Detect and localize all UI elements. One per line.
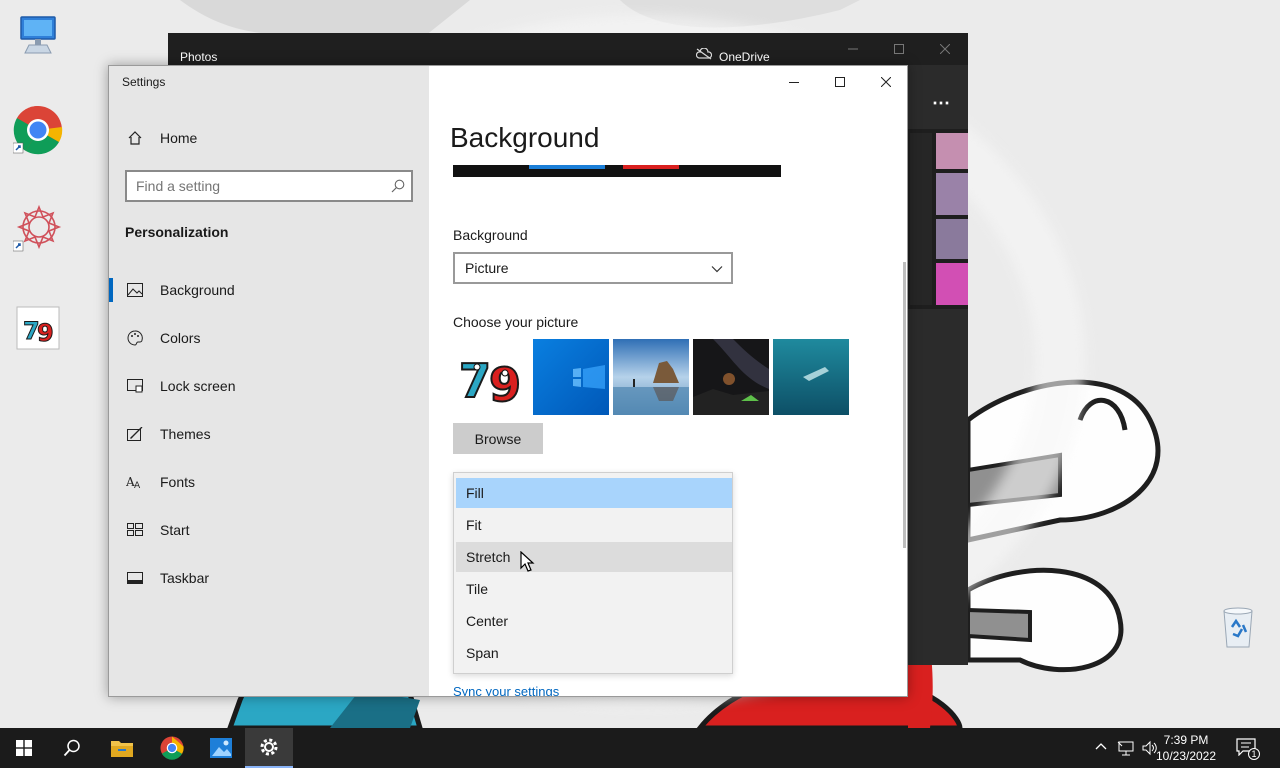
chevron-down-icon — [711, 262, 723, 274]
image-file-icon[interactable]: 7 9 — [12, 302, 64, 354]
home-label: Home — [160, 130, 198, 146]
sidebar-item-lock-screen[interactable]: Lock screen — [109, 364, 429, 408]
sidebar-item-background[interactable]: Background — [109, 268, 429, 312]
this-pc-icon[interactable] — [12, 8, 64, 60]
sidebar-item-themes[interactable]: Themes — [109, 412, 429, 456]
onedrive-off-icon[interactable] — [695, 47, 713, 60]
action-center-button[interactable]: 1 — [1236, 738, 1260, 760]
taskbar-icon — [125, 568, 145, 588]
close-button[interactable] — [863, 66, 907, 98]
sync-settings-link[interactable]: Sync your settings — [453, 684, 559, 696]
recycle-bin-icon[interactable] — [1214, 600, 1262, 652]
taskbar: 7:39 PM 10/23/2022 1 — [0, 728, 1280, 768]
scrollbar[interactable] — [903, 262, 906, 548]
photos-preview-strip — [908, 129, 968, 309]
svg-text:9: 9 — [37, 319, 54, 347]
sidebar-item-label: Fonts — [160, 474, 196, 490]
picture-thumbnail-5[interactable] — [773, 339, 849, 415]
settings-title: Settings — [122, 75, 166, 89]
settings-window[interactable]: Settings Home Personalization Background — [108, 65, 908, 697]
photos-minimize-button[interactable] — [830, 33, 876, 65]
taskbar-search-icon — [63, 739, 80, 757]
background-settings-pane: Background Background Picture Choose you… — [429, 66, 907, 696]
picture-thumbnail-2[interactable] — [533, 339, 609, 415]
photos-maximize-button[interactable] — [876, 33, 922, 65]
folder-icon — [111, 741, 133, 757]
background-type-value: Picture — [465, 260, 509, 276]
settings-sidebar: Settings Home Personalization Background — [109, 66, 429, 696]
app-shortcut-icon[interactable] — [12, 202, 64, 254]
sidebar-item-fonts[interactable]: AA Fonts — [109, 460, 429, 504]
clock-date: 10/23/2022 — [1155, 749, 1217, 763]
minimize-button[interactable] — [771, 66, 817, 98]
svg-text:A: A — [134, 481, 141, 489]
fit-option-tile[interactable]: Tile — [456, 574, 732, 604]
mouse-cursor-icon — [520, 550, 536, 573]
clock[interactable]: 7:39 PM 10/23/2022 — [1150, 732, 1222, 764]
fit-option-fill[interactable]: Fill — [456, 478, 732, 508]
picture-thumbnail-3[interactable] — [613, 339, 689, 415]
notification-count-badge: 1 — [1248, 748, 1260, 760]
photos-title: Photos — [180, 50, 218, 64]
sidebar-item-label: Background — [160, 282, 235, 298]
find-setting-search[interactable] — [125, 170, 413, 202]
themes-icon — [125, 424, 145, 444]
maximize-button[interactable] — [817, 66, 863, 98]
photos-app-icon — [210, 738, 232, 758]
clock-time: 7:39 PM — [1163, 733, 1209, 747]
gear-icon — [260, 738, 278, 756]
fit-option-stretch[interactable]: Stretch — [456, 542, 732, 572]
page-title: Background — [450, 122, 600, 153]
chevron-up-icon[interactable] — [1094, 740, 1110, 756]
photos-taskbar-button[interactable] — [197, 728, 245, 768]
chrome-icon — [160, 736, 184, 760]
photos-more-button[interactable]: ⋯ — [932, 93, 951, 114]
home-icon — [125, 128, 145, 148]
file-explorer-button[interactable] — [98, 728, 146, 768]
windows-logo-icon — [16, 740, 32, 756]
start-button[interactable] — [0, 728, 48, 768]
fonts-icon: AA — [125, 472, 145, 492]
search-icon[interactable] — [391, 179, 405, 193]
search-button[interactable] — [48, 728, 96, 768]
picture-thumbnail-4[interactable] — [693, 339, 769, 415]
photos-close-button[interactable] — [922, 33, 968, 65]
lock-screen-icon — [125, 376, 145, 396]
start-icon — [125, 520, 145, 540]
settings-taskbar-button[interactable] — [245, 728, 293, 768]
picture-icon — [125, 280, 145, 300]
choose-fit-dropdown-list[interactable]: Fill Fit Stretch Tile Center Span — [453, 472, 733, 674]
chrome-taskbar-button[interactable] — [148, 728, 196, 768]
home-nav-item[interactable]: Home — [109, 116, 429, 160]
svg-text:9: 9 — [489, 358, 521, 412]
fit-option-center[interactable]: Center — [456, 606, 732, 636]
choose-picture-label: Choose your picture — [453, 314, 579, 330]
personalization-heading: Personalization — [125, 224, 229, 240]
network-icon[interactable] — [1117, 739, 1135, 757]
onedrive-label[interactable]: OneDrive — [719, 50, 770, 64]
browse-button[interactable]: Browse — [453, 423, 543, 454]
background-preview — [453, 165, 781, 177]
background-label: Background — [453, 227, 528, 243]
sidebar-item-label: Taskbar — [160, 570, 210, 586]
find-setting-input[interactable] — [127, 172, 379, 200]
picture-thumbnail-1[interactable]: 7 9 — [453, 339, 529, 415]
sidebar-item-colors[interactable]: Colors — [109, 316, 429, 360]
svg-text:7: 7 — [459, 354, 491, 408]
sidebar-item-label: Start — [160, 522, 190, 538]
sidebar-item-label: Themes — [160, 426, 211, 442]
sidebar-item-start[interactable]: Start — [109, 508, 429, 552]
chrome-shortcut-icon[interactable] — [12, 104, 64, 156]
sidebar-item-label: Lock screen — [160, 378, 236, 394]
sidebar-item-label: Colors — [160, 330, 201, 346]
background-type-dropdown[interactable]: Picture — [453, 252, 733, 284]
photos-titlebar[interactable]: Photos OneDrive — [168, 33, 968, 65]
fit-option-fit[interactable]: Fit — [456, 510, 732, 540]
palette-icon — [125, 328, 145, 348]
fit-option-span[interactable]: Span — [456, 638, 732, 668]
sidebar-item-taskbar[interactable]: Taskbar — [109, 556, 429, 600]
